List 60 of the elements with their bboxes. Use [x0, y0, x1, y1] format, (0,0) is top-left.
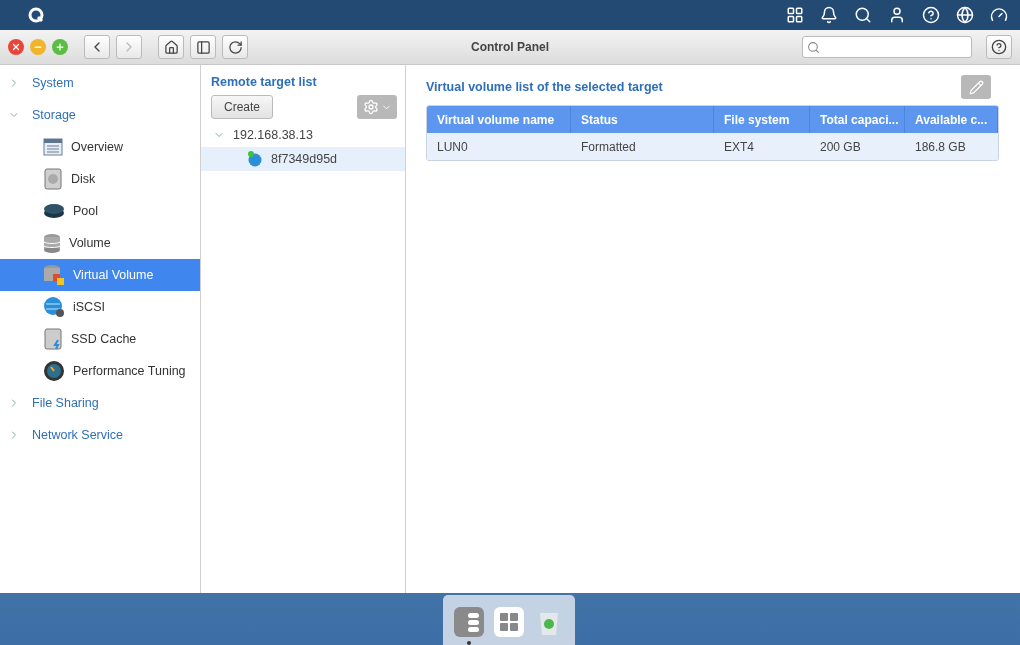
plus-icon	[55, 42, 65, 52]
pencil-icon	[968, 79, 984, 95]
help-icon	[991, 39, 1007, 55]
help-button[interactable]	[986, 35, 1012, 59]
sidebar-item[interactable]: SSD Cache	[0, 323, 200, 355]
sidebar-item[interactable]: Overview	[0, 131, 200, 163]
maximize-button[interactable]	[52, 39, 68, 55]
sidebar-item[interactable]: Pool	[0, 195, 200, 227]
bell-icon[interactable]	[820, 6, 838, 24]
sidebar-item[interactable]: Volume	[0, 227, 200, 259]
gauge-icon	[43, 360, 65, 382]
refresh-button[interactable]	[222, 35, 248, 59]
sidebar-group[interactable]: File Sharing	[0, 387, 200, 419]
gear-icon	[362, 99, 379, 115]
home-button[interactable]	[158, 35, 184, 59]
apps-grid-icon[interactable]	[786, 6, 804, 24]
window-title: Control Panel	[471, 40, 549, 54]
ssd-icon	[43, 328, 63, 350]
settings-menu-button[interactable]	[357, 95, 397, 119]
sidebar-item[interactable]: Virtual Volume	[0, 259, 200, 291]
control-panel-icon[interactable]	[454, 607, 484, 637]
sidebar-item[interactable]: Disk	[0, 163, 200, 195]
edit-button[interactable]	[961, 75, 991, 99]
panel-heading: Remote target list	[210, 75, 318, 89]
home-icon	[163, 39, 179, 55]
user-icon[interactable]	[888, 6, 906, 24]
tree-node[interactable]: 192.168.38.13	[201, 123, 405, 147]
sidebar-item[interactable]: Performance Tuning	[0, 355, 200, 387]
logo-icon	[28, 7, 44, 23]
sidebar-group[interactable]: System	[0, 67, 200, 99]
panel-toggle-button[interactable]	[190, 35, 216, 59]
help-icon[interactable]	[922, 6, 940, 24]
table-cell-text: EXT4	[723, 138, 755, 156]
dock-item[interactable]	[454, 607, 484, 645]
list-window-icon	[43, 137, 63, 157]
refresh-icon	[227, 39, 243, 55]
pool-icon	[43, 203, 65, 219]
grid-icon[interactable]	[494, 607, 524, 637]
table-cell-text: LUN0	[436, 138, 469, 156]
table-cell-text: 186.8 GB	[914, 138, 967, 156]
sidebar-group[interactable]: Storage	[0, 99, 200, 131]
close-button[interactable]	[8, 39, 24, 55]
search-icon	[807, 40, 820, 54]
database-icon	[43, 233, 61, 253]
forward-button[interactable]	[116, 35, 142, 59]
tree-node[interactable]: 8f7349d95d	[201, 147, 405, 171]
panel-heading: Virtual volume list of the selected target	[426, 80, 663, 94]
table-cell-text: Formatted	[580, 138, 637, 156]
panel-icon	[195, 39, 211, 55]
table-cell-text: 200 GB	[819, 138, 862, 156]
search-field[interactable]	[802, 36, 972, 58]
sidebar-group[interactable]: Network Service	[0, 419, 200, 451]
back-button[interactable]	[84, 35, 110, 59]
search-icon[interactable]	[854, 6, 872, 24]
database-icon	[43, 264, 65, 286]
gauge-icon[interactable]	[990, 6, 1008, 24]
create-button[interactable]: Create	[211, 95, 274, 119]
table-row[interactable]: LUN0 Formatted EXT4 200 GB 186.8 GB	[427, 133, 998, 160]
close-icon	[11, 42, 21, 52]
sidebar-item[interactable]: iSCSI	[0, 291, 200, 323]
